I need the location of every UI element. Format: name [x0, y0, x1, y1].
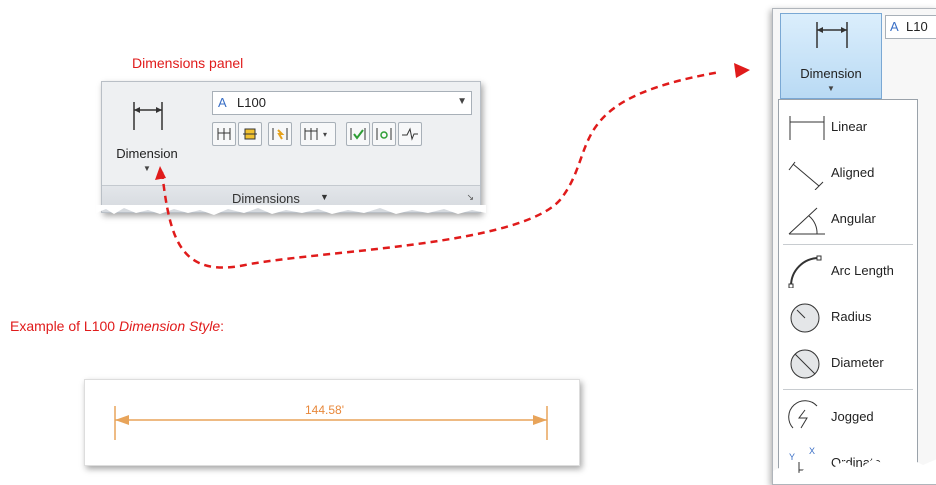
- menu-item-jogged[interactable]: Jogged: [779, 394, 917, 440]
- aligned-dimension-icon: [788, 161, 824, 190]
- menu-separator: [783, 244, 913, 245]
- menu-item-label: Arc Length: [831, 263, 894, 278]
- menu-item-label: Diameter: [831, 355, 884, 370]
- menu-item-label: Linear: [831, 119, 868, 134]
- menu-item-diameter[interactable]: Diameter: [779, 340, 917, 386]
- menu-item-radius[interactable]: Radius: [779, 294, 917, 340]
- menu-item-aligned[interactable]: Aligned: [779, 150, 917, 196]
- dimension-button-label: Dimension: [800, 66, 862, 81]
- menu-item-label: Aligned: [831, 165, 875, 180]
- menu-separator: [783, 389, 913, 390]
- arc-length-icon: [788, 255, 822, 288]
- angular-dimension-icon: [788, 207, 825, 235]
- jogged-icon: [788, 400, 818, 429]
- linear-dimension-icon: [789, 116, 825, 140]
- dimension-style-value: L10: [906, 19, 928, 34]
- linear-dimension-icon: [816, 22, 848, 48]
- dropdown-arrow-icon: ▼: [827, 84, 835, 93]
- menu-item-label: Radius: [831, 309, 872, 324]
- dimension-style-combo-partial[interactable]: A L10: [885, 15, 936, 39]
- annotative-icon: A: [890, 19, 899, 34]
- radius-icon: [790, 303, 820, 333]
- menu-item-angular[interactable]: Angular: [779, 196, 917, 242]
- torn-edge-decoration: [773, 457, 936, 484]
- dimension-dropdown-panel: Dimension ▼ A L10 Linear Aligned Angular…: [772, 8, 936, 485]
- dimension-split-button-active[interactable]: Dimension ▼: [780, 13, 882, 99]
- menu-item-label: Jogged: [831, 409, 874, 424]
- menu-item-linear[interactable]: Linear: [779, 104, 917, 150]
- menu-item-arc-length[interactable]: Arc Length: [779, 248, 917, 294]
- dimension-type-menu: Linear Aligned Angular Arc Length Radius…: [778, 99, 918, 484]
- menu-item-label: Angular: [831, 211, 876, 226]
- diameter-icon: [790, 349, 820, 379]
